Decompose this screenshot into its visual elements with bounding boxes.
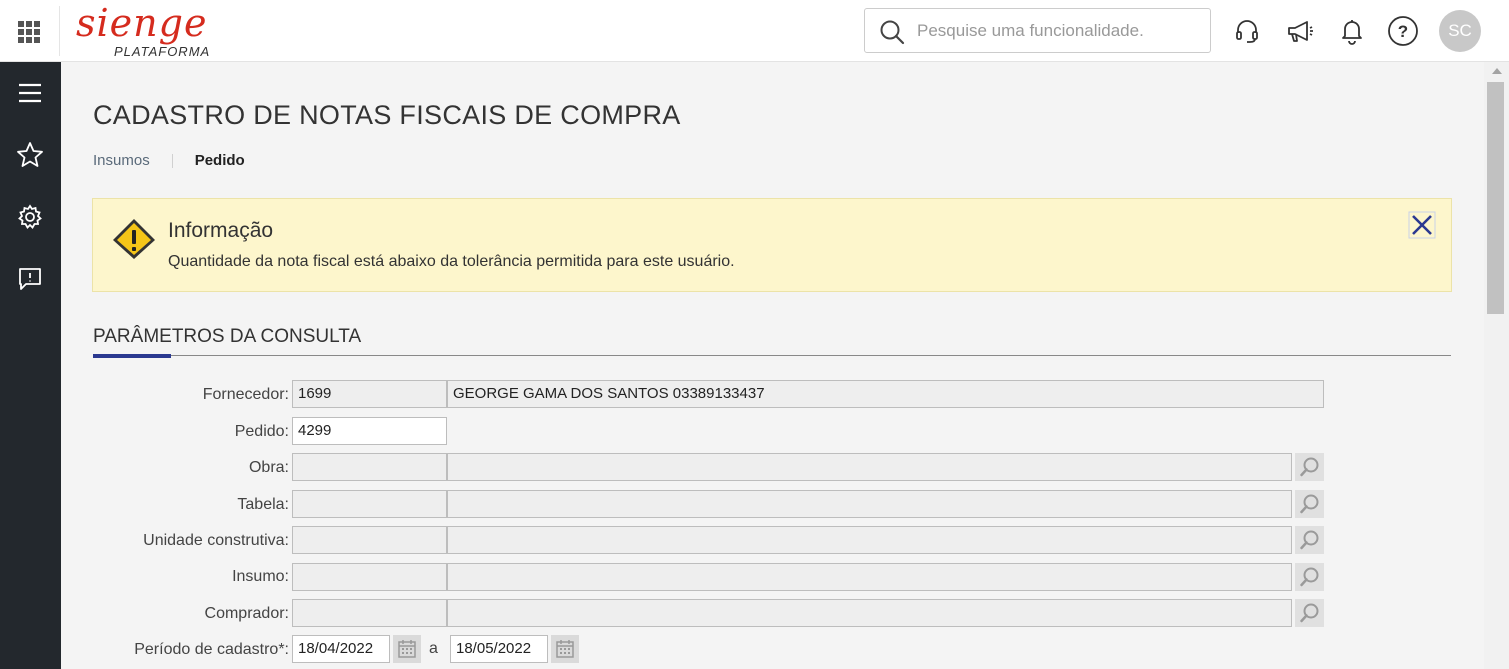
periodo-separator: a [429, 640, 438, 657]
periodo-to-field[interactable]: 18/05/2022 [450, 635, 548, 663]
top-bar: sienge PLATAFORMA Pesquise uma funcional… [0, 0, 1509, 62]
alert-title: Informação [168, 219, 274, 242]
insumo-name-field[interactable] [447, 563, 1292, 591]
periodo-from-field[interactable]: 18/04/2022 [292, 635, 390, 663]
tabela-code-field[interactable] [292, 490, 447, 518]
magnifier-icon [1299, 530, 1318, 550]
fornecedor-label: Fornecedor: [202, 386, 289, 403]
insumo-search-button[interactable] [1295, 563, 1324, 591]
feedback-icon[interactable] [14, 263, 46, 295]
unidade-construtiva-label: Unidade construtiva: [143, 532, 289, 549]
fornecedor-code-field[interactable]: 1699 [292, 380, 447, 408]
magnifier-icon [1299, 567, 1318, 587]
sienge-logo[interactable]: sienge PLATAFORMA [76, 1, 209, 59]
menu-icon[interactable] [14, 77, 46, 109]
comprador-label: Comprador: [204, 605, 289, 622]
search-box[interactable] [864, 8, 1211, 53]
magnifier-icon [1299, 494, 1318, 514]
pedido-label: Pedido: [234, 423, 289, 440]
tabela-name-field[interactable] [447, 490, 1292, 518]
calendar-to-button[interactable] [551, 635, 579, 663]
calendar-icon [556, 640, 574, 658]
insumo-label: Insumo: [232, 568, 289, 585]
page-scrollbar[interactable] [1484, 62, 1509, 669]
pedido-field[interactable]: 4299 [292, 417, 447, 445]
help-icon[interactable]: ? [1386, 14, 1420, 48]
section-accent [93, 354, 171, 358]
megaphone-icon[interactable] [1283, 14, 1317, 48]
page-title: CADASTRO DE NOTAS FISCAIS DE COMPRA [93, 100, 681, 130]
section-title: PARÂMETROS DA CONSULTA [93, 326, 362, 347]
comprador-name-field[interactable] [447, 599, 1292, 627]
section-divider [93, 355, 1451, 356]
breadcrumb-separator [171, 153, 173, 168]
breadcrumb-insumos[interactable]: Insumos [93, 152, 150, 169]
bell-icon[interactable] [1335, 14, 1369, 48]
sidebar [0, 62, 61, 669]
scroll-thumb[interactable] [1487, 82, 1504, 314]
obra-code-field[interactable] [292, 453, 447, 481]
unidade-search-button[interactable] [1295, 526, 1324, 554]
logo-subtitle: PLATAFORMA [114, 44, 211, 59]
search-input[interactable] [917, 19, 1197, 43]
gear-icon[interactable] [14, 201, 46, 233]
obra-label: Obra: [248, 459, 289, 476]
unidade-name-field[interactable] [447, 526, 1292, 554]
tabela-search-button[interactable] [1295, 490, 1324, 518]
unidade-code-field[interactable] [292, 526, 447, 554]
svg-text:?: ? [1398, 22, 1408, 41]
calendar-from-button[interactable] [393, 635, 421, 663]
apps-grid-icon[interactable] [18, 21, 40, 43]
headset-icon[interactable] [1230, 14, 1264, 48]
insumo-code-field[interactable] [292, 563, 447, 591]
warning-icon [113, 219, 155, 259]
breadcrumb-pedido: Pedido [194, 152, 245, 169]
tabela-label: Tabela: [237, 496, 289, 513]
star-icon[interactable] [14, 139, 46, 171]
logo-brand: sienge [76, 1, 208, 45]
comprador-search-button[interactable] [1295, 599, 1324, 627]
magnifier-icon [1299, 603, 1318, 623]
logo-divider [59, 6, 60, 56]
periodo-cadastro-label: Período de cadastro*: [134, 641, 289, 658]
close-icon[interactable] [1408, 211, 1436, 239]
obra-search-button[interactable] [1295, 453, 1324, 481]
calendar-icon [398, 640, 416, 658]
info-alert: Informação Quantidade da nota fiscal est… [92, 198, 1452, 292]
fornecedor-name-field[interactable]: GEORGE GAMA DOS SANTOS 03389133437 [447, 380, 1324, 408]
breadcrumb: Insumos Pedido [93, 152, 245, 169]
avatar[interactable]: SC [1439, 10, 1481, 52]
obra-name-field[interactable] [447, 453, 1292, 481]
search-icon [880, 20, 905, 45]
magnifier-icon [1299, 457, 1318, 477]
alert-message: Quantidade da nota fiscal está abaixo da… [168, 253, 735, 270]
comprador-code-field[interactable] [292, 599, 447, 627]
scroll-up-arrow-icon[interactable] [1492, 68, 1502, 74]
